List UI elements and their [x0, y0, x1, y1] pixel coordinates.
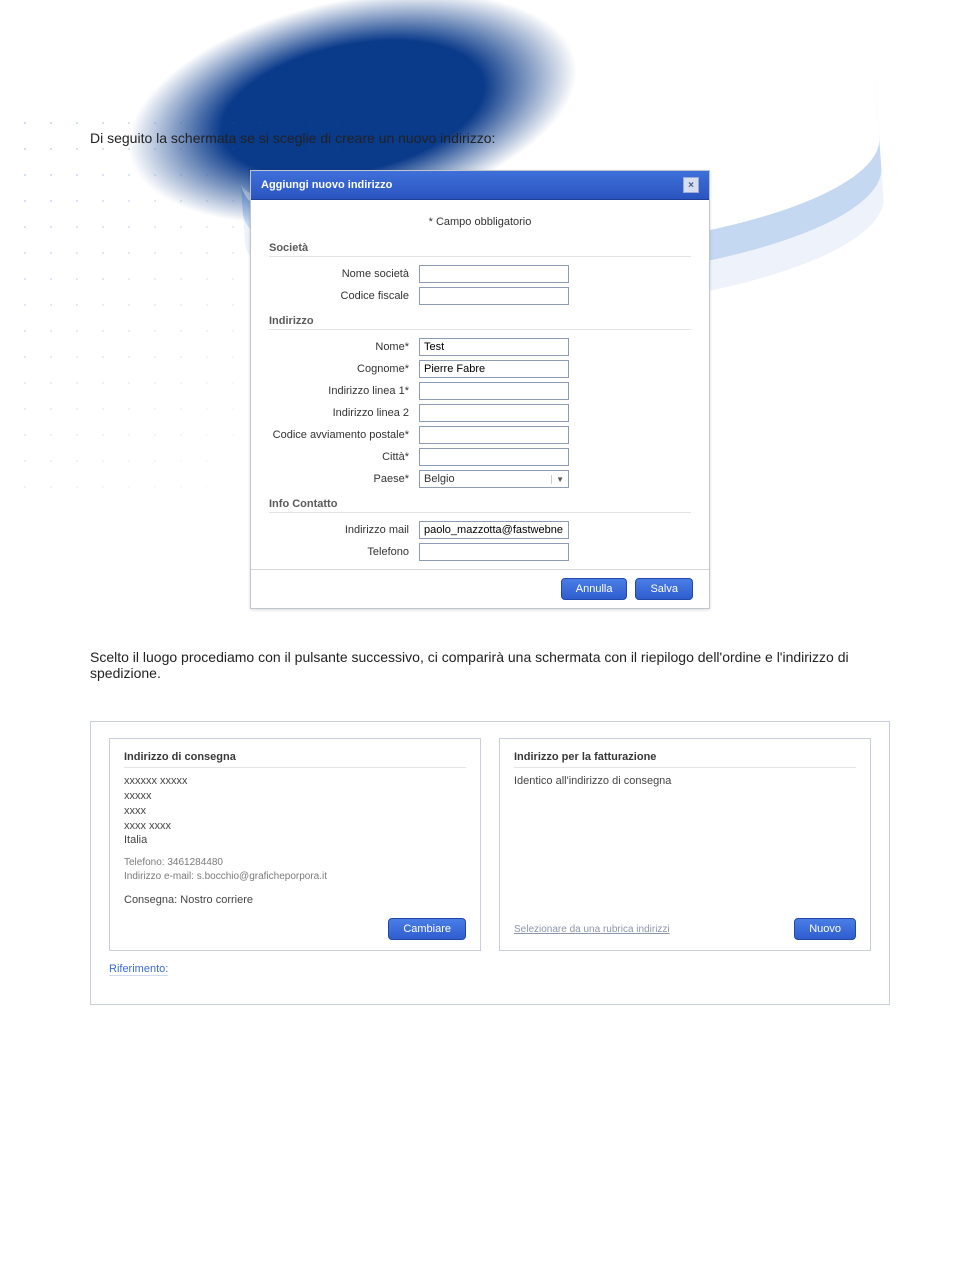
modal-body: * Campo obbligatorio Società Nome societ… [251, 200, 709, 569]
field-codice-fiscale: Codice fiscale [269, 287, 691, 305]
input-nome-societa[interactable] [419, 265, 569, 283]
consegna-tel: Telefono: 3461284480 [124, 856, 466, 870]
field-linea2: Indirizzo linea 2 [269, 404, 691, 422]
card-fatturazione: Indirizzo per la fatturazione Identico a… [499, 738, 871, 951]
select-rubrica-link[interactable]: Selezionare da una rubrica indirizzi [514, 924, 670, 935]
field-cognome: Cognome* [269, 360, 691, 378]
label-codice-fiscale: Codice fiscale [269, 290, 419, 302]
field-telefono: Telefono [269, 543, 691, 561]
input-mail[interactable] [419, 521, 569, 539]
nuovo-button[interactable]: Nuovo [794, 918, 856, 940]
consegna-line3: xxxx [124, 804, 466, 819]
field-nome-societa: Nome società [269, 265, 691, 283]
salva-button[interactable]: Salva [635, 578, 693, 600]
intro-paragraph-1: Di seguito la schermata se si sceglie di… [90, 130, 870, 146]
select-paese-value: Belgio [424, 473, 455, 485]
field-mail: Indirizzo mail [269, 521, 691, 539]
consegna-line4: xxxx xxxx [124, 819, 466, 834]
cambiare-button[interactable]: Cambiare [388, 918, 466, 940]
input-cap[interactable] [419, 426, 569, 444]
field-nome: Nome* [269, 338, 691, 356]
input-codice-fiscale[interactable] [419, 287, 569, 305]
field-linea1: Indirizzo linea 1* [269, 382, 691, 400]
consegna-line1: xxxxxx xxxxx [124, 774, 466, 789]
input-linea2[interactable] [419, 404, 569, 422]
input-cognome[interactable] [419, 360, 569, 378]
required-note: * Campo obbligatorio [269, 216, 691, 228]
label-cognome: Cognome* [269, 363, 419, 375]
section-indirizzo: Indirizzo [269, 315, 691, 330]
fatturazione-same: Identico all'indirizzo di consegna [514, 774, 856, 789]
close-icon[interactable]: × [683, 177, 699, 193]
label-paese: Paese* [269, 473, 419, 485]
consegna-title: Indirizzo di consegna [124, 751, 466, 768]
fatturazione-title: Indirizzo per la fatturazione [514, 751, 856, 768]
field-citta: Città* [269, 448, 691, 466]
riferimento-link[interactable]: Riferimento: [109, 963, 168, 976]
card-consegna: Indirizzo di consegna xxxxxx xxxxx xxxxx… [109, 738, 481, 951]
label-nome-societa: Nome società [269, 268, 419, 280]
label-linea1: Indirizzo linea 1* [269, 385, 419, 397]
add-address-modal: Aggiungi nuovo indirizzo × * Campo obbli… [250, 170, 710, 609]
input-citta[interactable] [419, 448, 569, 466]
label-mail: Indirizzo mail [269, 524, 419, 536]
consegna-mail: Indirizzo e-mail: s.bocchio@graficheporp… [124, 870, 466, 884]
consegna-line2: xxxxx [124, 789, 466, 804]
label-telefono: Telefono [269, 546, 419, 558]
label-citta: Città* [269, 451, 419, 463]
summary-panel: Indirizzo di consegna xxxxxx xxxxx xxxxx… [90, 721, 890, 1005]
label-cap: Codice avviamento postale* [269, 429, 419, 441]
modal-title: Aggiungi nuovo indirizzo [261, 179, 392, 191]
label-linea2: Indirizzo linea 2 [269, 407, 419, 419]
label-nome: Nome* [269, 341, 419, 353]
input-telefono[interactable] [419, 543, 569, 561]
consegna-line5: Italia [124, 833, 466, 848]
select-paese[interactable]: Belgio ▼ [419, 470, 569, 488]
annulla-button[interactable]: Annulla [561, 578, 628, 600]
intro-paragraph-2: Scelto il luogo procediamo con il pulsan… [90, 649, 870, 681]
section-societa: Società [269, 242, 691, 257]
field-cap: Codice avviamento postale* [269, 426, 691, 444]
fatturazione-body: Identico all'indirizzo di consegna [514, 774, 856, 789]
section-contatto: Info Contatto [269, 498, 691, 513]
chevron-down-icon: ▼ [551, 475, 564, 484]
field-paese: Paese* Belgio ▼ [269, 470, 691, 488]
input-nome[interactable] [419, 338, 569, 356]
input-linea1[interactable] [419, 382, 569, 400]
modal-footer: Annulla Salva [251, 569, 709, 608]
modal-header: Aggiungi nuovo indirizzo × [251, 171, 709, 200]
consegna-body: xxxxxx xxxxx xxxxx xxxx xxxx xxxx Italia… [124, 774, 466, 908]
consegna-shipping: Consegna: Nostro corriere [124, 893, 466, 908]
